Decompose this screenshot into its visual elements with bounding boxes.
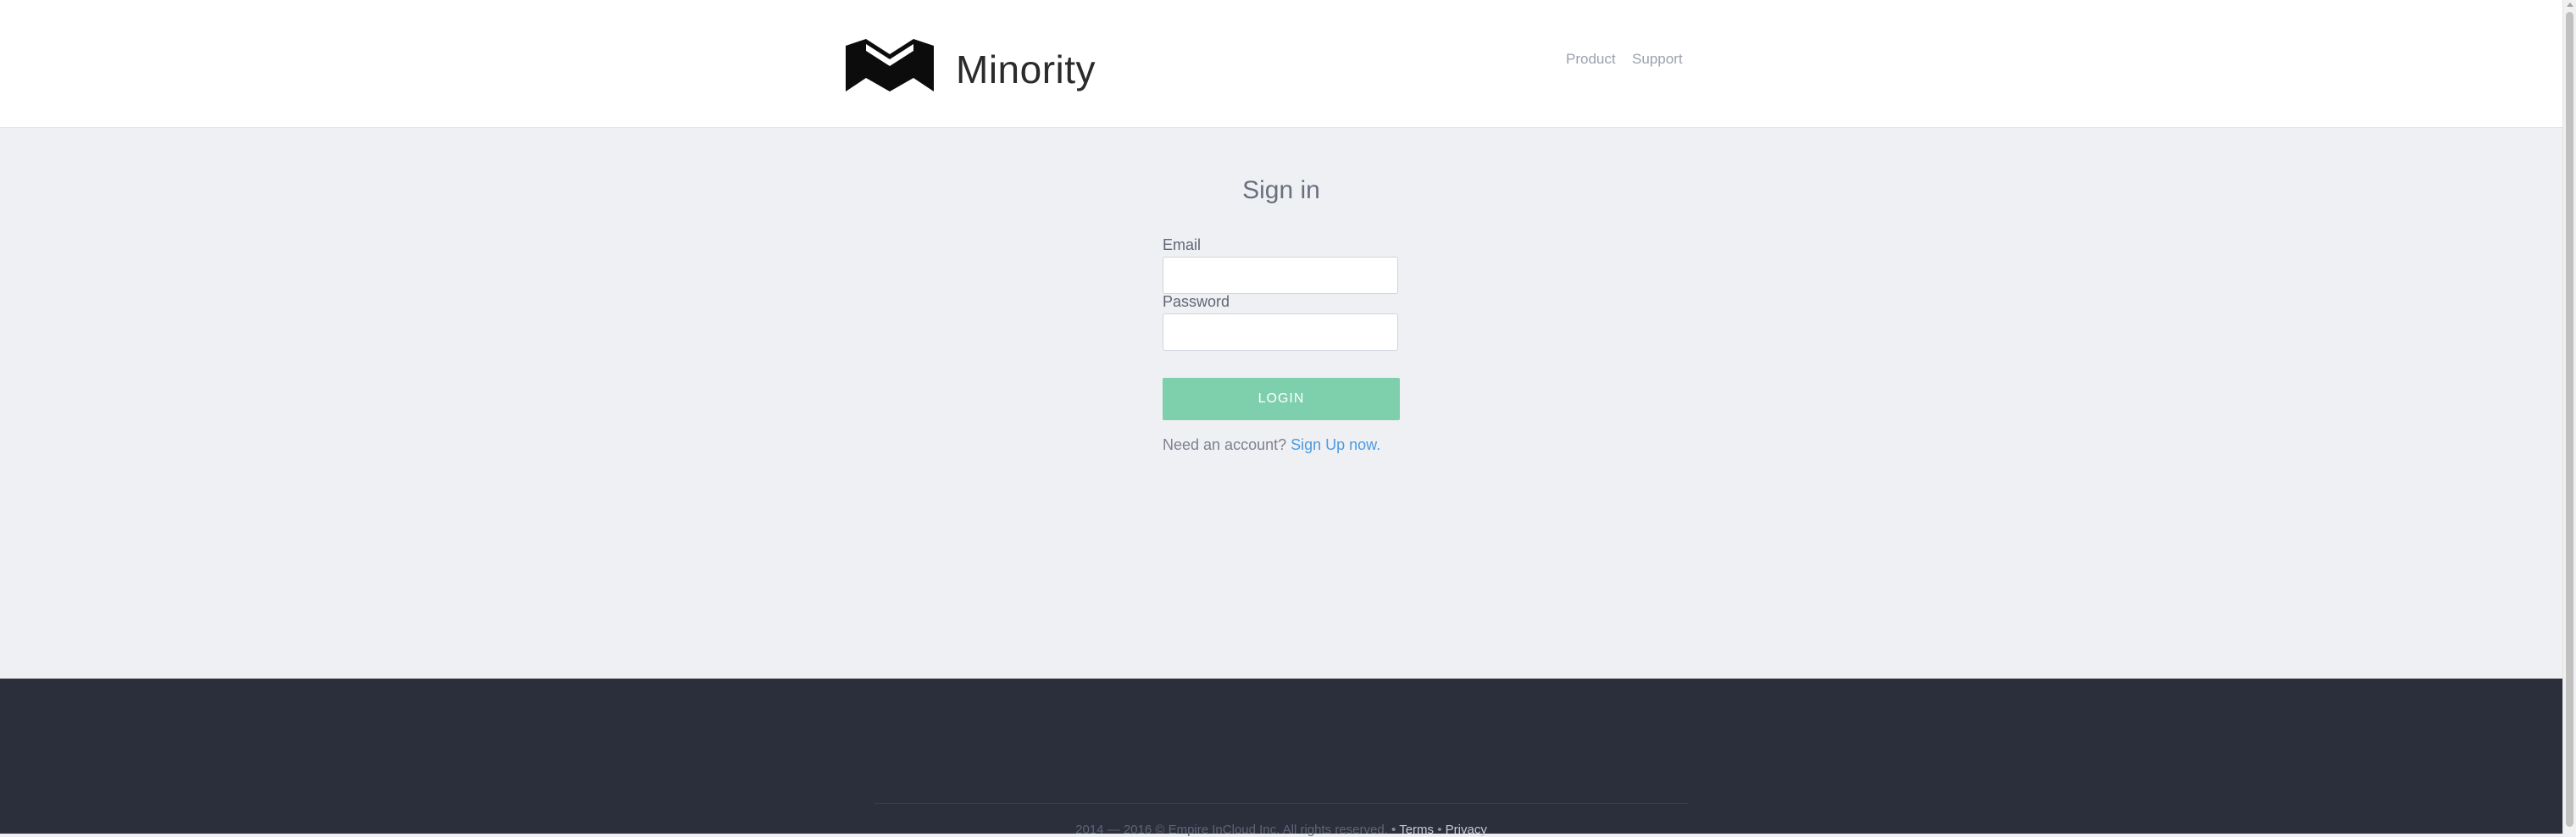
signup-prompt-text: Need an account? xyxy=(1163,436,1287,453)
signin-section: Sign in Email Password LOGIN Need an acc… xyxy=(0,128,2562,679)
nav-product-link[interactable]: Product xyxy=(1566,51,1616,68)
scroll-up-arrow-icon[interactable] xyxy=(2567,3,2573,7)
copyright-text: 2014 — 2016 © Empire InCloud Inc. All ri… xyxy=(1075,823,1388,837)
email-label: Email xyxy=(1163,236,1202,253)
site-footer: 2014 — 2016 © Empire InCloud Inc. All ri… xyxy=(0,679,2562,837)
nav-support-link[interactable]: Support xyxy=(1632,51,1683,68)
minority-logo-icon[interactable] xyxy=(846,39,934,91)
privacy-link[interactable]: Privacy xyxy=(1446,823,1487,837)
login-button[interactable]: LOGIN xyxy=(1163,378,1400,420)
password-input[interactable] xyxy=(1163,313,1398,351)
email-input[interactable] xyxy=(1163,257,1398,294)
footer-separator: • xyxy=(1437,823,1442,837)
page: Minority Product Support Sign in Email P… xyxy=(0,0,2562,837)
scrollbar-thumb[interactable] xyxy=(2566,12,2573,827)
signup-link[interactable]: Sign Up now. xyxy=(1291,436,1380,453)
footer-divider xyxy=(874,803,1688,804)
brand-name[interactable]: Minority xyxy=(956,42,1096,97)
vertical-scrollbar[interactable] xyxy=(2562,0,2576,834)
password-label: Password xyxy=(1163,293,1230,310)
site-header: Minority Product Support xyxy=(0,0,2562,128)
signin-title: Sign in xyxy=(1242,176,1320,204)
footer-text: 2014 — 2016 © Empire InCloud Inc. All ri… xyxy=(0,823,2562,837)
signup-prompt-line: Need an account? Sign Up now. xyxy=(1163,436,1380,454)
footer-separator: • xyxy=(1391,823,1396,837)
terms-link[interactable]: Terms xyxy=(1399,823,1434,837)
